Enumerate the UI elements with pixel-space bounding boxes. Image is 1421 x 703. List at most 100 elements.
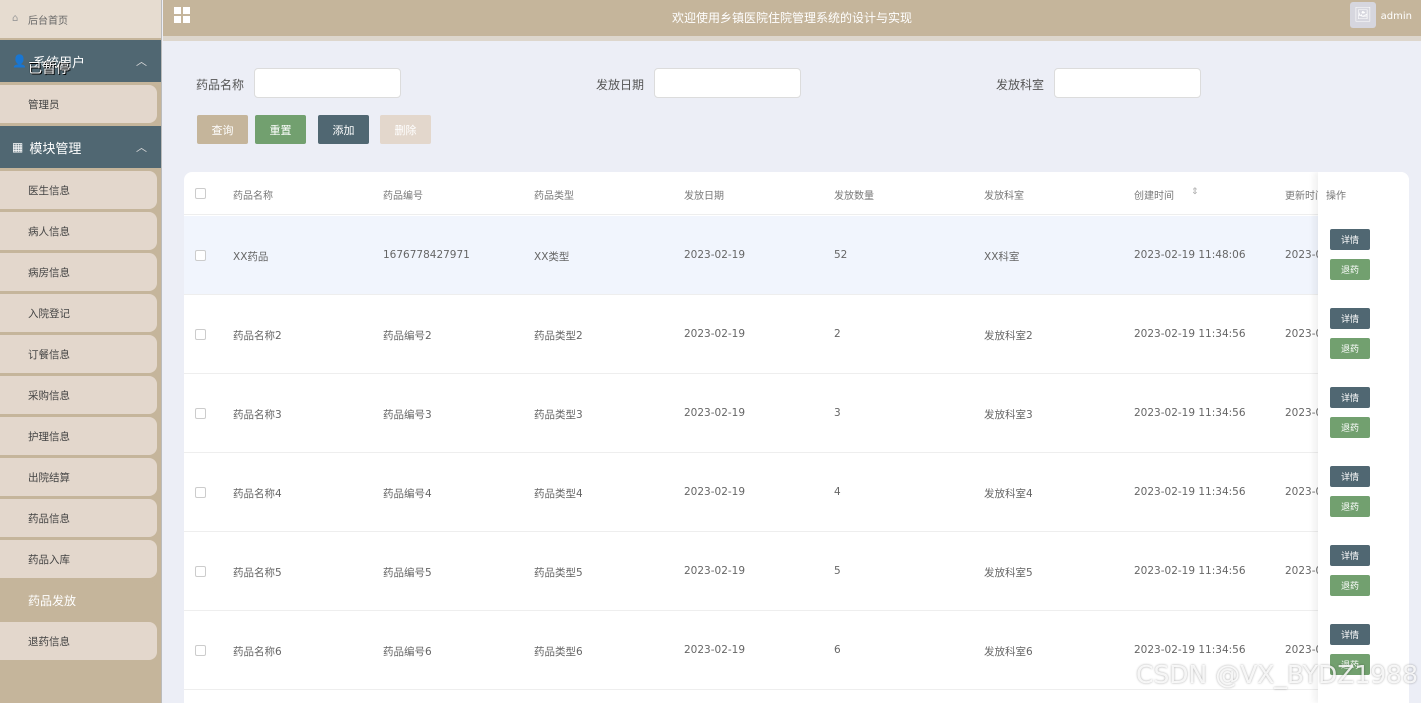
- reset-button[interactable]: 重置: [255, 115, 306, 144]
- page-title: 欢迎使用乡镇医院住院管理系统的设计与实现: [671, 11, 912, 25]
- return-drug-button[interactable]: 退药: [1330, 496, 1370, 517]
- col-header[interactable]: 发放数量: [834, 187, 874, 202]
- avatar-image-icon[interactable]: 🖼: [1350, 2, 1376, 28]
- row-checkbox[interactable]: [195, 250, 206, 261]
- cell-dept: 发放科室2: [984, 330, 1033, 342]
- detail-button[interactable]: 详情: [1330, 545, 1370, 566]
- paused-overlay-text: 已暂停: [28, 61, 70, 77]
- add-button[interactable]: 添加: [318, 115, 369, 144]
- table-row[interactable]: 药品名称2 药品编号2 药品类型2 2023-02-19 2 发放科室2 2023-02-1…: [184, 295, 1409, 374]
- sidebar-item-label: 管理员: [28, 98, 60, 111]
- sidebar-item[interactable]: 病人信息: [0, 212, 157, 250]
- issue-dept-input[interactable]: [1054, 68, 1201, 98]
- table-row[interactable]: 药品名称5 药品编号5 药品类型5 2023-02-19 5 发放科室5 2023-02-1…: [184, 532, 1409, 611]
- sidebar-group-label: 模块管理: [29, 141, 82, 157]
- cell-created: 2023-02-19 11:34:56: [1134, 407, 1246, 419]
- row-checkbox[interactable]: [195, 329, 206, 340]
- cell-type: XX类型: [534, 251, 570, 263]
- cell-date: 2023-02-19: [684, 407, 746, 419]
- issue-dept-label: 发放科室: [996, 78, 1045, 92]
- chevron-up-icon: ︿: [136, 141, 147, 154]
- sidebar-item[interactable]: 护理信息: [0, 417, 157, 455]
- return-drug-button[interactable]: 退药: [1330, 338, 1370, 359]
- col-header-operations: 操作: [1326, 191, 1346, 202]
- username[interactable]: admin: [1381, 11, 1412, 22]
- sidebar-item-label: 采购信息: [28, 389, 70, 402]
- sidebar-item[interactable]: 入院登记: [0, 294, 157, 332]
- col-header[interactable]: 药品类型: [534, 187, 574, 202]
- sort-icon[interactable]: ⇕: [1191, 187, 1199, 197]
- row-checkbox[interactable]: [195, 408, 206, 419]
- cell-type: 药品类型5: [534, 567, 583, 579]
- cell-name: XX药品: [233, 251, 269, 263]
- sidebar-item[interactable]: 医生信息: [0, 171, 157, 209]
- row-checkbox[interactable]: [195, 645, 206, 656]
- col-header[interactable]: 创建时间: [1134, 187, 1174, 202]
- cell-dept: 发放科室4: [984, 488, 1033, 500]
- return-drug-button[interactable]: 退药: [1330, 259, 1370, 280]
- cell-date: 2023-02-19: [684, 249, 746, 261]
- select-all-checkbox[interactable]: [195, 188, 206, 199]
- sidebar-item[interactable]: 退药信息: [0, 622, 157, 660]
- return-drug-button[interactable]: 退药: [1330, 417, 1370, 438]
- issue-date-input[interactable]: [654, 68, 801, 98]
- sidebar-group-modules[interactable]: ▦ 模块管理 ︿: [0, 126, 161, 168]
- col-header[interactable]: 药品名称: [233, 187, 273, 202]
- operations-column: 操作 详情 退药 详情 退药 详情 退药 详情 退药 详情 退药 详情 退药: [1318, 172, 1409, 703]
- grid-icon: ▦: [12, 140, 24, 154]
- watermark: CSDN @VX_BYDZ1988: [1135, 660, 1418, 689]
- col-header[interactable]: 药品编号: [383, 187, 423, 202]
- sidebar-home[interactable]: ⌂ 后台首页: [0, 0, 161, 38]
- cell-name: 药品名称4: [233, 488, 282, 500]
- sidebar-item[interactable]: 药品发放: [0, 581, 157, 619]
- cell-name: 药品名称3: [233, 409, 282, 421]
- sidebar-item[interactable]: 药品信息: [0, 499, 157, 537]
- sidebar-group-system-users[interactable]: 👤 系统用户 已暂停 ︿: [0, 40, 161, 82]
- sidebar-item[interactable]: 药品入库: [0, 540, 157, 578]
- cell-date: 2023-02-19: [684, 644, 746, 656]
- detail-button[interactable]: 详情: [1330, 624, 1370, 645]
- sidebar-item-label: 入院登记: [28, 307, 70, 320]
- sidebar-item-label: 药品信息: [28, 512, 70, 525]
- cell-code: 药品编号6: [383, 646, 432, 658]
- query-button[interactable]: 查询: [197, 115, 248, 144]
- cell-date: 2023-02-19: [684, 486, 746, 498]
- table-row[interactable]: 药品名称4 药品编号4 药品类型4 2023-02-19 4 发放科室4 2023-02-1…: [184, 453, 1409, 532]
- detail-button[interactable]: 详情: [1330, 466, 1370, 487]
- cell-qty: 2: [834, 328, 841, 340]
- cell-code: 药品编号2: [383, 330, 432, 342]
- sidebar-item-admin[interactable]: 管理员: [0, 85, 157, 123]
- return-drug-button[interactable]: 退药: [1330, 575, 1370, 596]
- detail-button[interactable]: 详情: [1330, 387, 1370, 408]
- drug-name-input[interactable]: [254, 68, 401, 98]
- cell-code: 药品编号4: [383, 488, 432, 500]
- row-checkbox[interactable]: [195, 487, 206, 498]
- detail-button[interactable]: 详情: [1330, 308, 1370, 329]
- cell-qty: 5: [834, 565, 841, 577]
- cell-code: 1676778427971: [383, 249, 470, 261]
- col-header[interactable]: 发放日期: [684, 187, 724, 202]
- sidebar-item-label: 药品入库: [28, 553, 70, 566]
- table-row[interactable]: XX药品 1676778427971 XX类型 2023-02-19 52 XX科室 202…: [184, 216, 1409, 295]
- data-table: 药品名称 药品编号 药品类型 发放日期 发放数量 发放科室 创建时间 ⇕ 更新时…: [184, 172, 1409, 703]
- sidebar-item-label: 医生信息: [28, 184, 70, 197]
- cell-code: 药品编号3: [383, 409, 432, 421]
- sidebar-item[interactable]: 出院结算: [0, 458, 157, 496]
- detail-button[interactable]: 详情: [1330, 229, 1370, 250]
- sidebar-item[interactable]: 采购信息: [0, 376, 157, 414]
- sidebar-item[interactable]: 病房信息: [0, 253, 157, 291]
- row-checkbox[interactable]: [195, 566, 206, 577]
- issue-date-label: 发放日期: [596, 78, 645, 92]
- col-header[interactable]: 发放科室: [984, 187, 1024, 202]
- cell-type: 药品类型6: [534, 646, 583, 658]
- cell-qty: 4: [834, 486, 841, 498]
- header-divider: [163, 36, 1421, 41]
- cell-created: 2023-02-19 11:48:06: [1134, 249, 1246, 261]
- sidebar-item-label: 护理信息: [28, 430, 70, 443]
- cell-type: 药品类型3: [534, 409, 583, 421]
- cell-created: 2023-02-19 11:34:56: [1134, 486, 1246, 498]
- sidebar-item[interactable]: 订餐信息: [0, 335, 157, 373]
- cell-dept: 发放科室6: [984, 646, 1033, 658]
- table-row[interactable]: 药品名称3 药品编号3 药品类型3 2023-02-19 3 发放科室3 2023-02-1…: [184, 374, 1409, 453]
- delete-button[interactable]: 删除: [380, 115, 431, 144]
